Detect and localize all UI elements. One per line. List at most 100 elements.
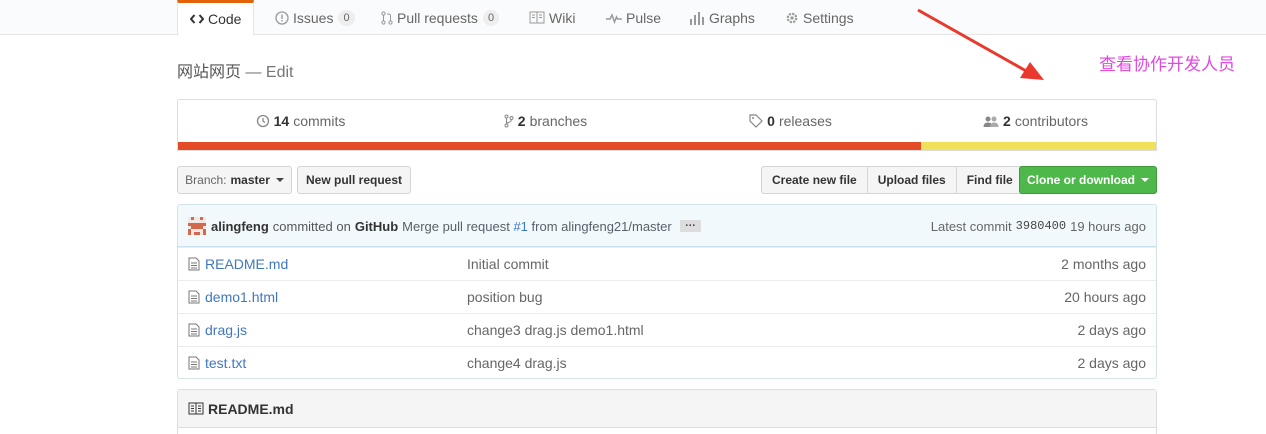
- latest-commit-label: Latest commit: [930, 218, 1012, 234]
- tab-code[interactable]: Code: [177, 0, 255, 36]
- repo-numbers-summary: 14 commits 2 branches 0 releases 2 contr…: [177, 99, 1157, 151]
- tab-wiki[interactable]: Wiki: [529, 0, 575, 35]
- tab-graphs[interactable]: Graphs: [689, 0, 755, 35]
- history-icon: [256, 114, 270, 128]
- tag-icon: [749, 114, 763, 128]
- tab-pull-requests[interactable]: Pull requests 0: [381, 0, 500, 35]
- tab-settings[interactable]: Settings: [785, 0, 854, 35]
- clone-label: Clone or download: [1027, 173, 1135, 187]
- pulse-icon: [606, 12, 622, 24]
- contributors-count: 2: [1003, 113, 1011, 129]
- book-icon: [529, 11, 545, 24]
- releases-link[interactable]: 0 releases: [668, 100, 913, 142]
- branch-icon: [504, 114, 514, 128]
- branches-link[interactable]: 2 branches: [423, 100, 668, 142]
- file-commit-message[interactable]: Initial commit: [467, 248, 549, 280]
- file-name: test.txt: [205, 355, 247, 371]
- language-segment-javascript: [921, 142, 1156, 150]
- branch-select-button[interactable]: Branch: master: [177, 166, 292, 194]
- page-title: 网站网页 — Edit: [177, 58, 294, 82]
- file-link[interactable]: test.txt: [188, 347, 247, 378]
- commits-count: 14: [273, 113, 290, 129]
- pull-request-icon: [381, 10, 393, 25]
- tab-label: Issues: [293, 9, 334, 26]
- file-icon: [188, 356, 200, 370]
- releases-label: releases: [778, 113, 832, 129]
- title-separator: —: [245, 64, 262, 81]
- pull-request-link[interactable]: #1: [513, 219, 527, 234]
- chevron-down-icon: [275, 178, 284, 182]
- file-age: 2 days ago: [1077, 355, 1147, 371]
- code-icon: [190, 13, 204, 25]
- branches-label: branches: [529, 113, 588, 129]
- file-icon: [188, 257, 200, 271]
- releases-count: 0: [767, 113, 775, 129]
- table-row: README.md Initial commit 2 months ago: [178, 247, 1156, 280]
- file-age: 2 months ago: [1061, 256, 1146, 272]
- branch-name: master: [230, 173, 270, 187]
- commits-label: commits: [293, 113, 346, 129]
- new-pull-request-button[interactable]: New pull request: [297, 166, 411, 194]
- file-link[interactable]: drag.js: [188, 314, 247, 346]
- file-commit-message[interactable]: position bug: [467, 281, 543, 313]
- commit-author[interactable]: alingfeng: [211, 219, 269, 234]
- upload-files-button[interactable]: Upload files: [866, 166, 957, 194]
- create-new-file-button[interactable]: Create new file: [761, 166, 868, 194]
- pull-requests-counter: 0: [482, 9, 500, 26]
- file-link[interactable]: demo1.html: [188, 281, 278, 313]
- find-file-button[interactable]: Find file: [955, 166, 1024, 194]
- gear-icon: [785, 11, 799, 25]
- file-icon: [188, 290, 200, 304]
- contributors-link[interactable]: 2 contributors: [913, 100, 1158, 142]
- people-icon: [983, 115, 999, 128]
- tab-pulse[interactable]: Pulse: [606, 0, 661, 35]
- tab-label: Wiki: [549, 9, 576, 26]
- file-commit-message[interactable]: change4 drag.js: [467, 347, 567, 378]
- branch-prefix: Branch:: [185, 173, 227, 187]
- issue-icon: [275, 10, 289, 25]
- file-table: alingfeng committed on GitHub Merge pull…: [177, 204, 1157, 379]
- clone-or-download-button[interactable]: Clone or download: [1019, 166, 1157, 194]
- tab-label: Code: [208, 11, 242, 27]
- edit-link[interactable]: Edit: [266, 64, 294, 81]
- commit-message[interactable]: Merge pull request #1 from alingfeng21/m…: [402, 219, 672, 234]
- tab-label: Settings: [803, 9, 854, 26]
- language-segment-html: [178, 142, 922, 150]
- file-age: 2 days ago: [1077, 322, 1147, 338]
- file-name: README.md: [205, 256, 289, 272]
- language-bar[interactable]: [178, 142, 1156, 150]
- readme-header: README.md: [178, 390, 1156, 428]
- file-age: 20 hours ago: [1064, 289, 1146, 305]
- commit-message-suffix: from alingfeng21/master: [531, 218, 672, 234]
- tab-label: Pull requests: [397, 9, 478, 26]
- commit-platform: GitHub: [354, 218, 399, 234]
- readme-panel: README.md: [177, 389, 1157, 434]
- readme-title: README.md: [208, 400, 294, 417]
- expand-commit-button[interactable]: …: [679, 218, 701, 232]
- commit-age: 19 hours ago: [1070, 218, 1146, 234]
- repo-tab-nav: Code Issues 0 Pull requests 0 Wiki Pulse…: [0, 0, 1266, 36]
- annotation-text: 查看协作开发人员: [1099, 55, 1235, 75]
- graph-icon: [689, 11, 705, 25]
- chevron-down-icon: [1141, 178, 1149, 182]
- committed-on-text: committed on: [272, 218, 351, 234]
- file-link[interactable]: README.md: [188, 248, 288, 280]
- commit-sha[interactable]: 3980400: [1016, 219, 1066, 233]
- file-commit-message[interactable]: change3 drag.js demo1.html: [467, 314, 644, 346]
- table-row: test.txt change4 drag.js 2 days ago: [178, 346, 1156, 378]
- tab-issues[interactable]: Issues 0: [275, 0, 355, 35]
- issues-counter: 0: [338, 9, 355, 26]
- file-icon: [188, 323, 200, 337]
- latest-commit-bar: alingfeng committed on GitHub Merge pull…: [178, 205, 1156, 247]
- commit-message-prefix: Merge pull request: [402, 218, 510, 234]
- file-name: drag.js: [205, 322, 248, 338]
- file-actions-group: Create new file Upload files Find file: [761, 166, 1024, 194]
- tab-label: Graphs: [709, 9, 755, 26]
- table-row: demo1.html position bug 20 hours ago: [178, 280, 1156, 313]
- contributors-label: contributors: [1014, 113, 1088, 129]
- file-name: demo1.html: [205, 289, 279, 305]
- book-icon: [188, 402, 204, 415]
- avatar[interactable]: [188, 217, 206, 235]
- commits-link[interactable]: 14 commits: [178, 100, 423, 142]
- repo-name: 网站网页: [177, 64, 242, 81]
